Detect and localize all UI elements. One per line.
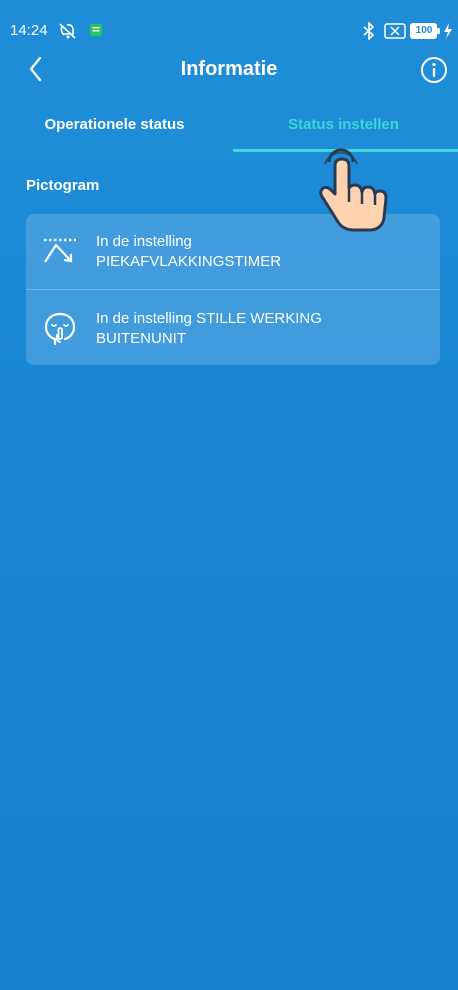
- app-screen: 14:24 100 Informatie Operationele status…: [0, 0, 458, 990]
- silent-mode-icon: [44, 312, 76, 346]
- app-header: 14:24 100 Informatie Operationele status…: [0, 0, 458, 153]
- charging-bolt-icon: [444, 23, 452, 39]
- pictogram-list: In de instelling PIEKAFVLAKKINGSTIMER In…: [26, 214, 440, 365]
- list-item-text: In de instelling STILLE WERKING BUITENUN…: [96, 309, 426, 349]
- list-item-line2: BUITENUNIT: [96, 330, 186, 347]
- tab-operationele-status[interactable]: Operationele status: [0, 108, 229, 153]
- list-item-line1: In de instelling STILLE WERKING: [96, 310, 322, 327]
- list-item-line2: PIEKAFVLAKKINGSTIMER: [96, 253, 282, 270]
- list-item-line1: In de instelling: [96, 233, 192, 250]
- list-item: In de instelling STILLE WERKING BUITENUN…: [26, 290, 440, 365]
- status-time: 14:24: [10, 22, 48, 39]
- status-bar: 14:24 100: [0, 0, 458, 44]
- message-icon: [90, 24, 102, 36]
- peak-shaving-timer-icon: [44, 238, 76, 263]
- list-item-text: In de instelling PIEKAFVLAKKINGSTIMER: [96, 232, 426, 272]
- bluetooth-icon: [363, 22, 375, 40]
- section-title: Pictogram: [26, 177, 100, 194]
- battery-level: 100: [415, 25, 433, 36]
- tap-hand-icon: [319, 148, 388, 232]
- no-sim-icon: [384, 23, 406, 39]
- mute-icon: [59, 23, 76, 39]
- page-title: Informatie: [180, 58, 278, 80]
- info-button[interactable]: [419, 55, 449, 85]
